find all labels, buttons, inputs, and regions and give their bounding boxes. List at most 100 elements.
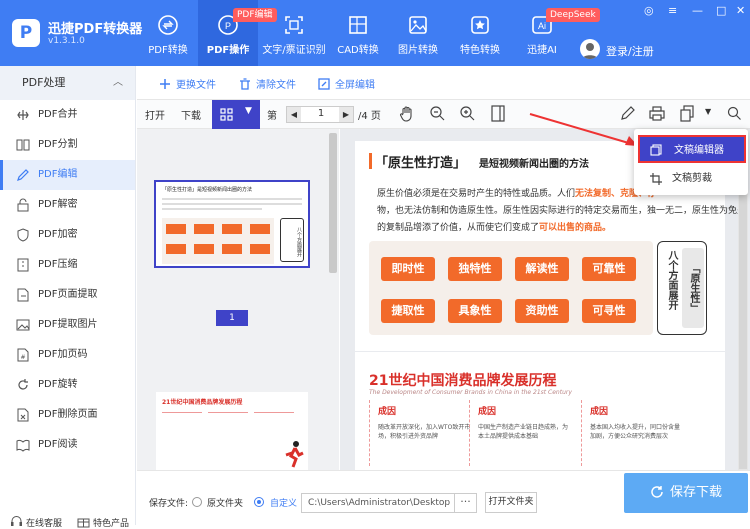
- grid-icon: [220, 108, 233, 121]
- split-icon: [16, 139, 30, 151]
- maximize-icon[interactable]: □: [716, 4, 726, 17]
- zoom-out-icon[interactable]: [429, 105, 445, 122]
- sidebar-item-page-number[interactable]: # PDF加页码: [0, 340, 135, 370]
- col-head: 成因: [590, 407, 609, 417]
- svg-text:Ai: Ai: [538, 21, 546, 31]
- sidebar-item-label: PDF编辑: [38, 169, 78, 180]
- sidebar-header-label: PDF处理: [22, 76, 66, 89]
- page-number-icon: #: [17, 348, 29, 362]
- nav-pdf-convert[interactable]: PDF转换: [140, 0, 196, 66]
- nav-special-convert[interactable]: 特色转换: [454, 0, 506, 66]
- sidebar-item-label: PDF提取图片: [38, 319, 98, 330]
- page2-subtitle: The Development of Consumer Brands in Ch…: [369, 389, 572, 396]
- menu-item-label: 文稿剪裁: [672, 173, 712, 184]
- svg-text:#: #: [20, 354, 25, 361]
- search-icon[interactable]: [727, 105, 742, 122]
- fullscreen-edit-label: 全屏编辑: [335, 80, 375, 91]
- doc-paragraph-line3: 的复制品增添了价值，从而使它们变成了可以出售的商品。: [377, 220, 611, 233]
- next-page-button[interactable]: ▶: [339, 107, 353, 122]
- zoom-in-icon[interactable]: [459, 105, 475, 122]
- book-icon: [16, 439, 30, 452]
- page-input-group: ◀ 1 ▶: [286, 106, 354, 123]
- sidebar-item-decrypt[interactable]: PDF解密: [0, 190, 135, 220]
- sidebar-item-read[interactable]: PDF阅读: [0, 430, 135, 460]
- delete-page-icon: [17, 408, 29, 422]
- original-folder-label: 原文件夹: [207, 499, 244, 509]
- merge-icon: [17, 110, 29, 120]
- thumb-keyword: [250, 244, 270, 254]
- replace-file-label: 更换文件: [176, 80, 216, 91]
- thumbnail-page-1[interactable]: 「原生性打造」是短视频新闻出圈的方法 八个方面展开: [154, 180, 310, 268]
- page-number-input[interactable]: 1: [307, 108, 335, 119]
- runner-figure-icon: [285, 441, 304, 468]
- hand-tool-icon[interactable]: [399, 105, 415, 122]
- printer-icon[interactable]: [649, 105, 665, 122]
- thumbnail-scrollbar[interactable]: [329, 129, 337, 470]
- thumb-keyword: [166, 244, 186, 254]
- fit-page-icon[interactable]: [491, 105, 505, 122]
- open-button[interactable]: 打开: [145, 107, 165, 122]
- sidebar-header[interactable]: PDF处理 ︿: [0, 66, 135, 100]
- document-editor-menu-item[interactable]: 文稿编辑器: [638, 135, 746, 163]
- radio-custom-folder[interactable]: [254, 497, 264, 507]
- sidebar-item-edit[interactable]: PDF编辑: [0, 160, 135, 190]
- minimize-icon[interactable]: —: [692, 4, 703, 17]
- sidebar-item-merge[interactable]: PDF合并: [0, 100, 135, 130]
- sidebar-item-label: PDF加页码: [38, 349, 88, 360]
- image-icon: [16, 319, 30, 331]
- rotate-icon: [18, 379, 28, 390]
- avatar[interactable]: [580, 39, 600, 59]
- col-text: 场，积极引进外资品牌: [378, 433, 439, 440]
- sidebar-item-compress[interactable]: PDF压缩: [0, 250, 135, 280]
- sidebar-item-encrypt[interactable]: PDF加密: [0, 220, 135, 250]
- copy-document-icon[interactable]: [679, 105, 695, 122]
- online-service-link[interactable]: 在线客服: [26, 516, 62, 529]
- col-head: 成因: [378, 407, 397, 417]
- col-head: 成因: [478, 407, 497, 417]
- browse-path-button[interactable]: ···: [455, 493, 477, 513]
- cad-icon: [349, 16, 367, 34]
- sidebar-item-split[interactable]: PDF分割: [0, 130, 135, 160]
- open-folder-button[interactable]: 打开文件夹: [485, 492, 537, 513]
- para-text: 原生价值必须是在交易时产生的特性或品质。人们: [377, 189, 576, 199]
- save-path-input[interactable]: C:\Users\Administrator\Desktop: [301, 493, 455, 513]
- featured-products-link[interactable]: 特色产品: [93, 516, 129, 529]
- save-download-button[interactable]: 保存下载: [624, 473, 748, 513]
- nav-image-convert[interactable]: 图片转换: [392, 0, 444, 66]
- dropdown-caret-icon: ▼: [245, 106, 252, 116]
- app-name: 迅捷PDF转换器: [48, 22, 143, 37]
- skin-icon[interactable]: ◎: [644, 4, 654, 17]
- sidebar-item-extract-pages[interactable]: PDF页面提取: [0, 280, 135, 310]
- thumb-keyword: [194, 224, 214, 234]
- thumb-keyword: [194, 244, 214, 254]
- scrollbar-thumb[interactable]: [329, 133, 337, 273]
- thumbnail-page-2[interactable]: 21世纪中国消费品牌发展历程: [156, 392, 308, 470]
- pdf-convert-icon: [158, 15, 178, 35]
- nav-label: CAD转换: [337, 45, 379, 56]
- timeline-col-1: 成因 随改革开放深化，加入WTO致开市 场，积极引进外资品牌: [369, 400, 470, 466]
- radio-original-folder[interactable]: [192, 497, 202, 507]
- login-register-link[interactable]: 登录/注册: [606, 43, 654, 59]
- replace-file-button[interactable]: 更换文件: [159, 76, 216, 91]
- timeline-col-2: 成因 中国生产制造产业链日趋成熟，为 本土品牌提供成本基础: [469, 400, 569, 466]
- title-accent-bar: [369, 153, 372, 169]
- keyword-area: 即时性 独特性 解读性 可靠性 捷取性 具象性 资助性 可寻性: [369, 241, 653, 335]
- sidebar-item-rotate[interactable]: PDF旋转: [0, 370, 135, 400]
- add-file-icon: [160, 79, 170, 89]
- close-icon[interactable]: ✕: [736, 4, 745, 17]
- download-button[interactable]: 下载: [181, 107, 201, 122]
- nav-ocr[interactable]: 文字/票证识别: [260, 0, 328, 66]
- thumbnail-view-button[interactable]: ▼: [212, 100, 260, 129]
- prev-page-button[interactable]: ◀: [287, 107, 301, 122]
- fullscreen-edit-button[interactable]: 全屏编辑: [318, 76, 375, 91]
- sidebar-item-extract-images[interactable]: PDF提取图片: [0, 310, 135, 340]
- nav-cad[interactable]: CAD转换: [332, 0, 384, 66]
- menu-icon[interactable]: ≡: [668, 4, 677, 17]
- edit-icon: [17, 169, 29, 181]
- dropdown-caret-icon[interactable]: ▼: [705, 107, 711, 116]
- col-text: 中国生产制造产业链日趋成熟，为: [478, 424, 569, 431]
- sidebar-item-delete-pages[interactable]: PDF删除页面: [0, 400, 135, 430]
- document-crop-menu-item[interactable]: 文稿剪裁: [634, 165, 748, 193]
- col-text: 加剧，方便公众研究消费层次: [590, 433, 669, 440]
- clear-file-button[interactable]: 清除文件: [239, 76, 296, 91]
